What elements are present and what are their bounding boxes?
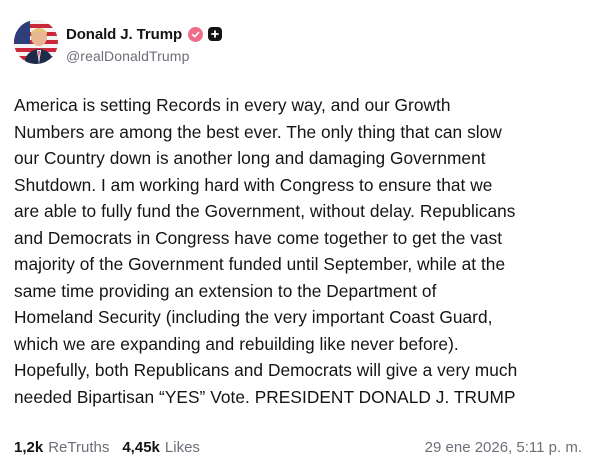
post-timestamp[interactable]: 29 ene 2026, 5:11 p. m. (425, 439, 582, 456)
author-display-name[interactable]: Donald J. Trump (66, 26, 182, 43)
likes-label: Likes (164, 438, 200, 456)
likes-count: 4,45k (122, 438, 160, 456)
post-text: America is setting Records in every way,… (14, 95, 518, 407)
plus-square-icon (208, 27, 223, 41)
verified-check-icon (188, 26, 204, 42)
display-name-row: Donald J. Trump (66, 24, 223, 44)
post-footer: 1,2k ReTruths 4,45k Likes 29 ene 2026, 5… (14, 437, 582, 457)
likes-stat[interactable]: 4,45k Likes (122, 439, 200, 456)
author-info: Donald J. Trump @realDonaldTrump (66, 24, 223, 64)
retruths-count: 1,2k (14, 438, 44, 456)
author-handle[interactable]: @realDonaldTrump (66, 48, 222, 64)
retruths-label: ReTruths (48, 438, 110, 456)
retruths-stat[interactable]: 1,2k ReTruths (14, 439, 109, 456)
avatar[interactable] (14, 20, 58, 64)
avatar-image (14, 20, 58, 64)
